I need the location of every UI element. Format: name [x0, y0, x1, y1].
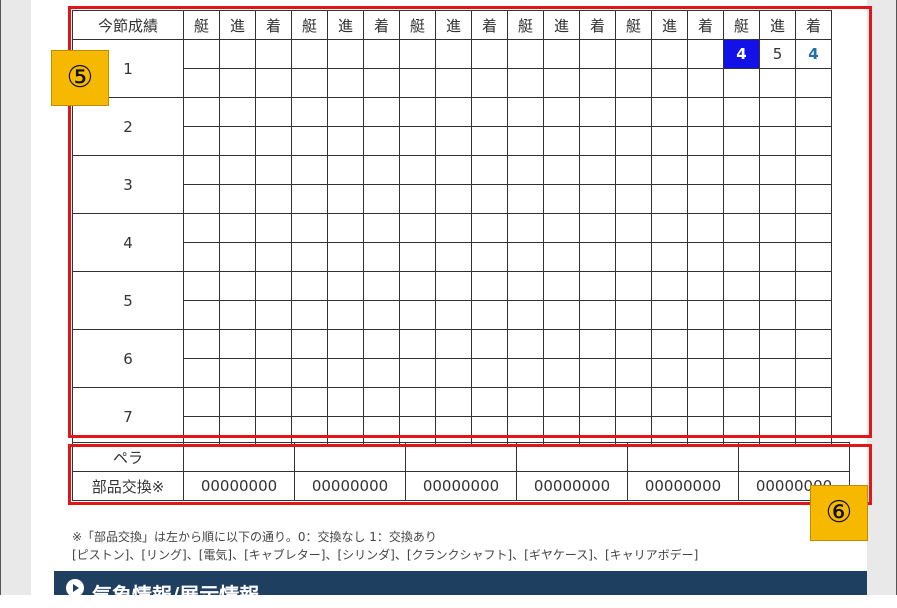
callout-badge-6: ⑥ — [810, 485, 868, 541]
highlight-box-results — [68, 6, 872, 438]
badge-5-label: ⑤ — [66, 60, 94, 95]
arrow-circle-icon — [66, 579, 84, 597]
callout-badge-5: ⑤ — [51, 50, 109, 106]
section-header-bar: 気象情報/展示情報 — [54, 571, 867, 607]
highlight-box-parts — [68, 444, 872, 505]
parts-note-line2: [ピストン]、[リング]、[電気]、[キャブレター]、[シリンダ]、[クランクシ… — [72, 548, 699, 562]
left-page-margin — [1, 0, 31, 595]
parts-note-line1: ※「部品交換」は左から順に以下の通り。0：交換なし 1：交換あり — [72, 530, 437, 544]
section-title: 気象情報/展示情報 — [92, 583, 260, 607]
badge-6-label: ⑥ — [825, 495, 853, 530]
